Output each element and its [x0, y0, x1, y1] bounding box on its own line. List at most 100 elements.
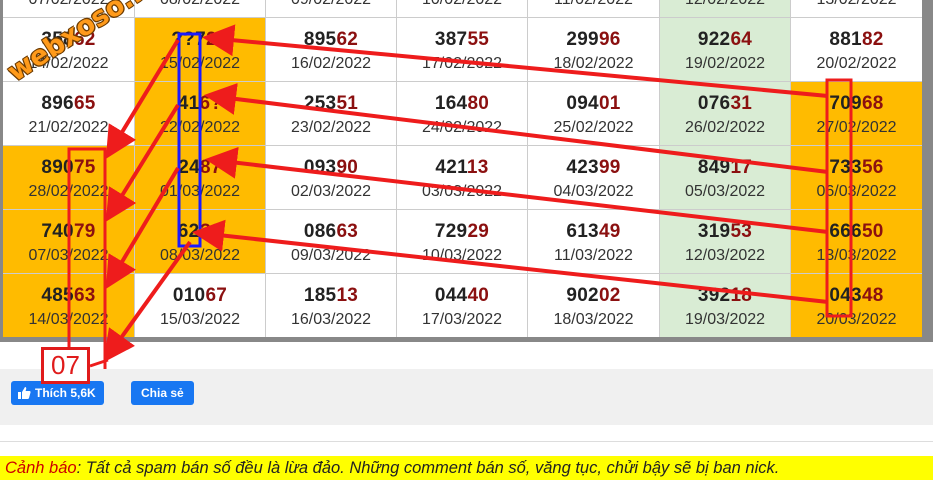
result-number: 25351 [266, 93, 396, 115]
result-date: 09/03/2022 [290, 247, 372, 264]
result-number: 89075 [3, 157, 134, 179]
result-date: 07/03/2022 [28, 247, 109, 264]
result-number-tail: 64 [730, 29, 753, 50]
result-cell: 72929 10/03/2022 [397, 210, 527, 273]
result-number-tail: 17 [730, 157, 753, 178]
result-number-tail: 13 [336, 285, 359, 306]
result-number-tail: 90 [336, 157, 359, 178]
result-number-tail: 40 [467, 285, 490, 306]
facebook-like-button[interactable]: Thích 5,6K [11, 381, 104, 405]
result-cell: 89665 21/02/2022 [3, 82, 134, 145]
result-date: 17/03/2022 [421, 311, 503, 328]
result-number-lead: 164 [434, 93, 468, 114]
result-number: 88182 [791, 29, 922, 51]
result-cell: 09390 02/03/2022 [266, 146, 396, 209]
result-date: 20/03/2022 [816, 311, 897, 328]
result-date: 16/03/2022 [290, 311, 372, 328]
result-number-tail: 80 [467, 93, 490, 114]
result-cell: 89075 28/02/2022 [3, 146, 134, 209]
result-number-lead: ??7 [171, 29, 206, 50]
result-number: ??72? [135, 29, 265, 51]
result-date: 11/02/2022 [528, 0, 659, 9]
result-number-tail: 48 [861, 285, 884, 306]
result-cell: 01067 15/03/2022 [135, 274, 265, 337]
result-number-lead: 043 [829, 285, 862, 306]
result-number: 04440 [397, 285, 527, 307]
result-number-tail: ?8 [199, 221, 223, 242]
result-cell: 100210/02/2022 [397, 0, 527, 17]
result-date: 19/03/2022 [684, 311, 766, 328]
result-cell: 88182 20/02/2022 [791, 18, 922, 81]
facebook-share-button[interactable]: Chia sẻ [131, 381, 194, 405]
result-cell: 38755 17/02/2022 [397, 18, 527, 81]
result-number-lead: 890 [41, 157, 74, 178]
result-number-lead: 423 [566, 157, 599, 178]
result-number-tail: 82 [861, 29, 884, 50]
result-number-lead: 299 [566, 29, 599, 50]
results-table: 070207/02/2022080208/02/2022090209/02/20… [0, 0, 933, 342]
result-number: 62?8 [135, 221, 265, 243]
result-date: 13/02/2022 [791, 0, 922, 9]
result-number-tail: 75 [73, 157, 96, 178]
result-date: 12/03/2022 [684, 247, 766, 264]
result-number: 01067 [135, 285, 265, 307]
result-date: 09/02/2022 [266, 0, 396, 9]
result-number-lead: 076 [697, 93, 731, 114]
result-number-lead: 086 [303, 221, 337, 242]
result-date: 14/03/2022 [28, 311, 109, 328]
result-number-tail: 62 [336, 29, 359, 50]
result-cell: 74079 07/03/2022 [3, 210, 134, 273]
result-number-tail: 53 [730, 221, 753, 242]
result-cell: 090209/02/2022 [266, 0, 396, 17]
result-number-lead: 849 [697, 157, 731, 178]
result-number: 74079 [3, 221, 134, 243]
result-date: 25/02/2022 [553, 119, 634, 136]
result-number-lead: 895 [303, 29, 337, 50]
result-number-lead: 421 [435, 157, 467, 178]
result-cell: 62?8 08/03/2022 [135, 210, 265, 273]
result-date: 15/03/2022 [159, 311, 241, 328]
result-cell: 130213/02/2022 [791, 0, 922, 17]
result-number-lead: 094 [566, 93, 599, 114]
result-number: 89562 [266, 29, 396, 51]
result-number-lead: 392 [697, 285, 731, 306]
result-number: 18513 [266, 285, 396, 307]
result-cell: 120212/02/2022 [660, 0, 790, 17]
warning-banner: Cảnh báo: Tất cả spam bán số đều là lừa … [0, 456, 933, 480]
result-number-tail: 79 [73, 221, 96, 242]
result-cell: 2487 01/03/2022 [135, 146, 265, 209]
result-number-tail: 99 [598, 157, 621, 178]
result-number-tail: 49 [598, 221, 621, 242]
result-number: 61349 [528, 221, 659, 243]
result-cell: 04348 20/03/2022 [791, 274, 922, 337]
result-cell: 42399 04/03/2022 [528, 146, 659, 209]
result-date: 21/02/2022 [28, 119, 109, 136]
result-number: 31953 [660, 221, 790, 243]
result-number-lead: 709 [829, 93, 862, 114]
result-cell: 080208/02/2022 [135, 0, 265, 17]
result-date: 15/02/2022 [159, 55, 241, 72]
result-date: 10/02/2022 [397, 0, 527, 9]
result-number: 89665 [3, 93, 134, 115]
result-number: 92264 [660, 29, 790, 51]
result-number-lead: 185 [303, 285, 337, 306]
result-number-lead: 044 [434, 285, 468, 306]
result-date: 26/02/2022 [684, 119, 766, 136]
result-cell: ??72? 15/02/2022 [135, 18, 265, 81]
social-share-bar: Thích 5,6K Chia sẻ [0, 369, 933, 425]
result-number-tail: 63 [73, 285, 96, 306]
result-number-tail: 01 [598, 93, 621, 114]
result-number: 38755 [397, 29, 527, 51]
result-number: 29996 [528, 29, 659, 51]
result-date: 20/02/2022 [816, 55, 897, 72]
result-number-tail: 68 [861, 93, 884, 114]
result-cell: 18513 16/03/2022 [266, 274, 396, 337]
result-number-lead: 666 [829, 221, 862, 242]
result-number-lead: 093 [303, 157, 337, 178]
result-cell: 92264 19/02/2022 [660, 18, 790, 81]
result-number: 09390 [266, 157, 396, 179]
result-cell: 61349 11/03/2022 [528, 210, 659, 273]
result-cell: 73356 06/03/2022 [791, 146, 922, 209]
result-number-lead: 319 [697, 221, 731, 242]
result-date: 02/03/2022 [290, 183, 372, 200]
